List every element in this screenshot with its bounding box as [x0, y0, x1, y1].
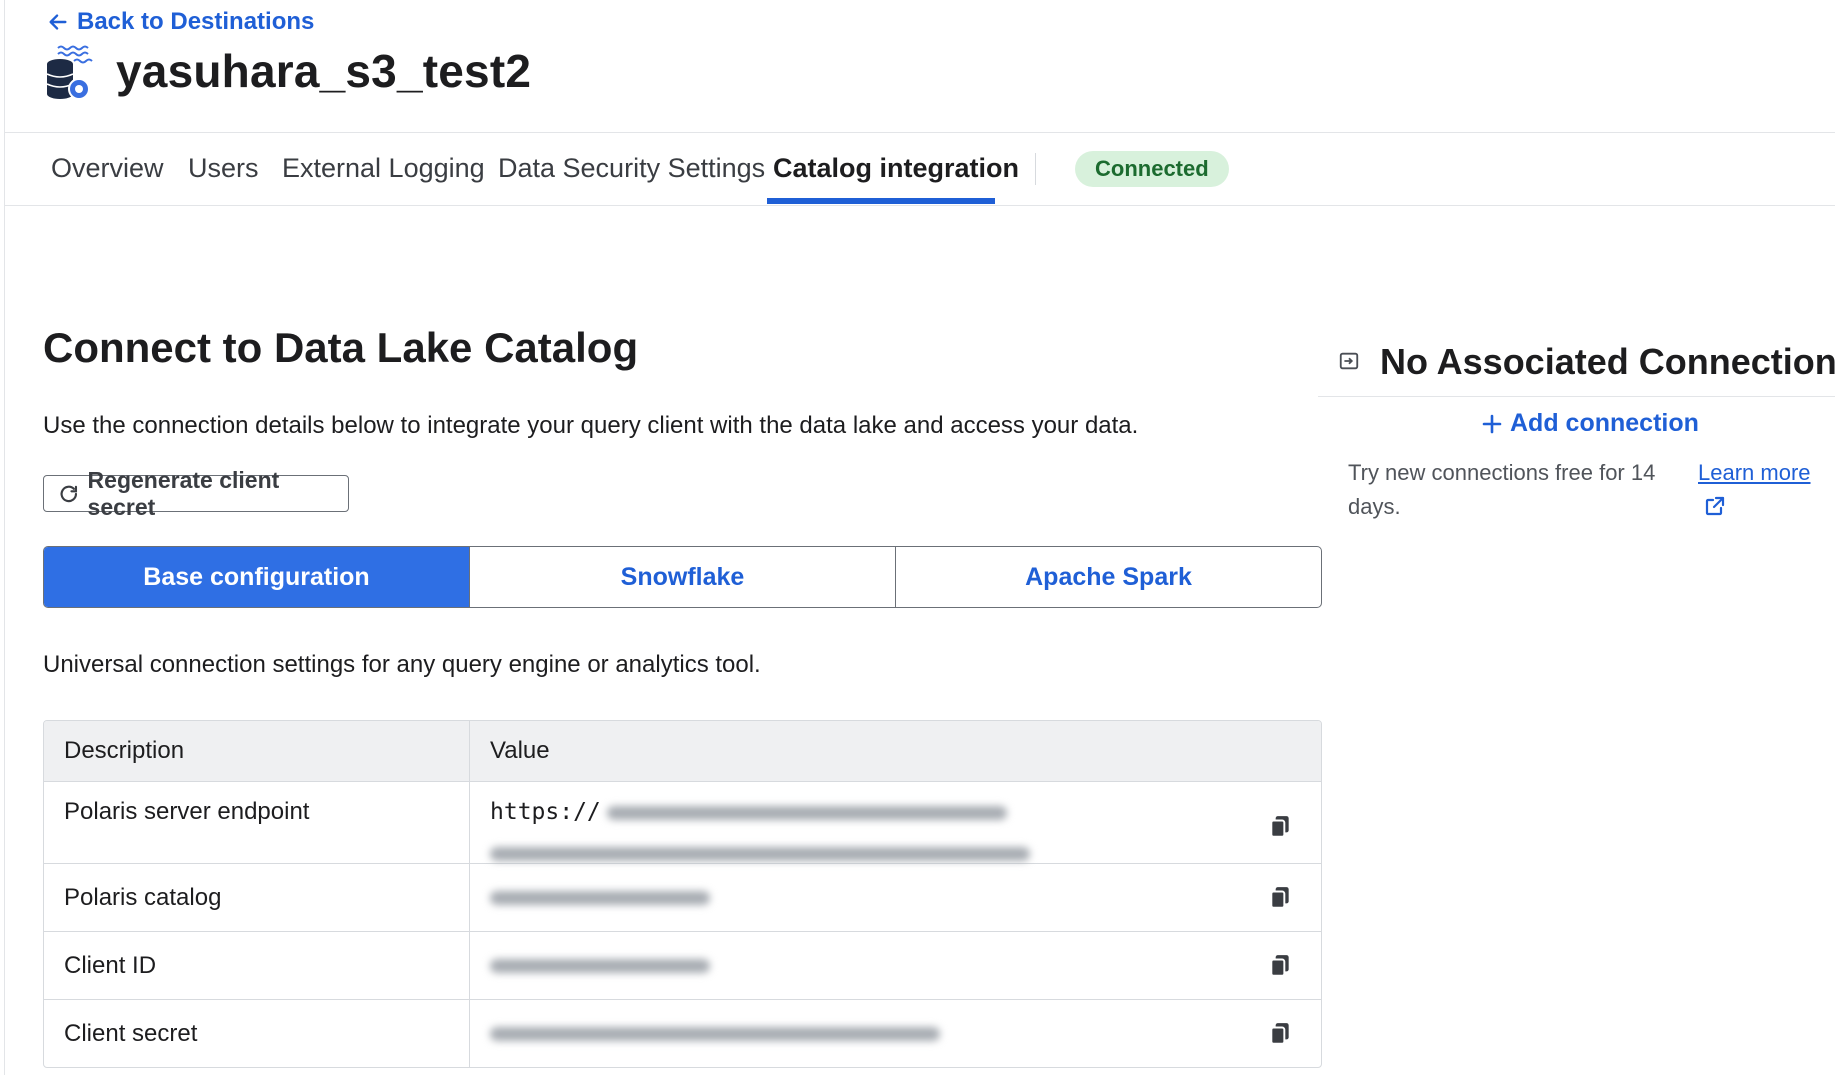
- table-row: Polaris server endpoint https://: [44, 781, 1321, 863]
- row-value[interactable]: [470, 864, 1321, 931]
- table-row: Client secret: [44, 999, 1321, 1067]
- regenerate-client-secret-button[interactable]: Regenerate client secret: [43, 467, 349, 520]
- tab-users[interactable]: Users: [188, 133, 259, 205]
- learn-more-link[interactable]: Learn more: [1698, 456, 1811, 490]
- row-description: Client secret: [44, 1000, 470, 1067]
- right-panel-divider: [1318, 396, 1835, 397]
- copy-icon[interactable]: [1267, 885, 1293, 911]
- tabs-divider: [4, 205, 1835, 206]
- row-description: Polaris server endpoint: [44, 782, 470, 863]
- column-header-value: Value: [490, 737, 550, 764]
- row-value[interactable]: [470, 932, 1321, 999]
- tab-snowflake[interactable]: Snowflake: [469, 547, 895, 607]
- row-value[interactable]: [470, 1000, 1321, 1067]
- copy-icon[interactable]: [1267, 814, 1293, 840]
- tab-data-security-settings[interactable]: Data Security Settings: [498, 133, 765, 205]
- regenerate-label: Regenerate client secret: [87, 466, 280, 520]
- column-header-description: Description: [44, 721, 470, 781]
- configuration-segmented-control: Base configuration Snowflake Apache Spar…: [43, 546, 1322, 608]
- table-header-row: Description Value: [44, 721, 1321, 781]
- redacted-catalog-value: [490, 890, 710, 905]
- destination-database-icon: [46, 45, 93, 100]
- section-title: Connect to Data Lake Catalog: [43, 324, 639, 371]
- redacted-client-secret-value: [490, 1026, 940, 1041]
- right-panel-title: No Associated Connections: [1380, 341, 1835, 382]
- row-description: Polaris catalog: [44, 864, 470, 931]
- row-value[interactable]: https://: [470, 782, 1321, 863]
- tab-apache-spark[interactable]: Apache Spark: [895, 547, 1321, 607]
- active-tab-indicator: [767, 198, 995, 204]
- configuration-description: Universal connection settings for any qu…: [43, 651, 761, 678]
- link-icon: [1339, 352, 1359, 370]
- plus-icon: [1482, 414, 1502, 433]
- table-row: Polaris catalog: [44, 863, 1321, 931]
- tab-base-configuration[interactable]: Base configuration: [44, 547, 469, 607]
- add-connection-button[interactable]: Add connection: [1482, 409, 1699, 438]
- redacted-endpoint-line-1: [607, 805, 1008, 820]
- tab-bar: Overview Users External Logging Data Sec…: [0, 133, 1835, 205]
- connection-settings-table: Description Value Polaris server endpoin…: [43, 720, 1322, 1068]
- table-row: Client ID: [44, 931, 1321, 999]
- add-connection-label: Add connection: [1510, 409, 1699, 437]
- row-description: Client ID: [44, 932, 470, 999]
- tab-catalog-integration[interactable]: Catalog integration: [773, 133, 1019, 205]
- tab-overview[interactable]: Overview: [51, 133, 164, 205]
- arrow-left-icon: [49, 14, 67, 30]
- copy-icon[interactable]: [1267, 953, 1293, 979]
- back-link-label: Back to Destinations: [77, 8, 315, 35]
- page-title: yasuhara_s3_test2: [116, 45, 532, 97]
- status-badge: Connected: [1075, 151, 1229, 187]
- back-to-destinations-link[interactable]: Back to Destinations: [47, 8, 314, 36]
- copy-icon[interactable]: [1267, 1021, 1293, 1047]
- tab-external-logging[interactable]: External Logging: [282, 133, 485, 205]
- external-link-icon[interactable]: [1703, 494, 1727, 518]
- tab-separator: [1035, 153, 1036, 185]
- refresh-icon: [60, 485, 78, 502]
- redacted-endpoint-line-2: [490, 847, 1030, 861]
- trial-notice: Try new connections free for 14 days.: [1348, 460, 1656, 519]
- endpoint-scheme: https://: [490, 799, 601, 825]
- redacted-client-id-value: [490, 958, 710, 973]
- section-description: Use the connection details below to inte…: [43, 412, 1139, 439]
